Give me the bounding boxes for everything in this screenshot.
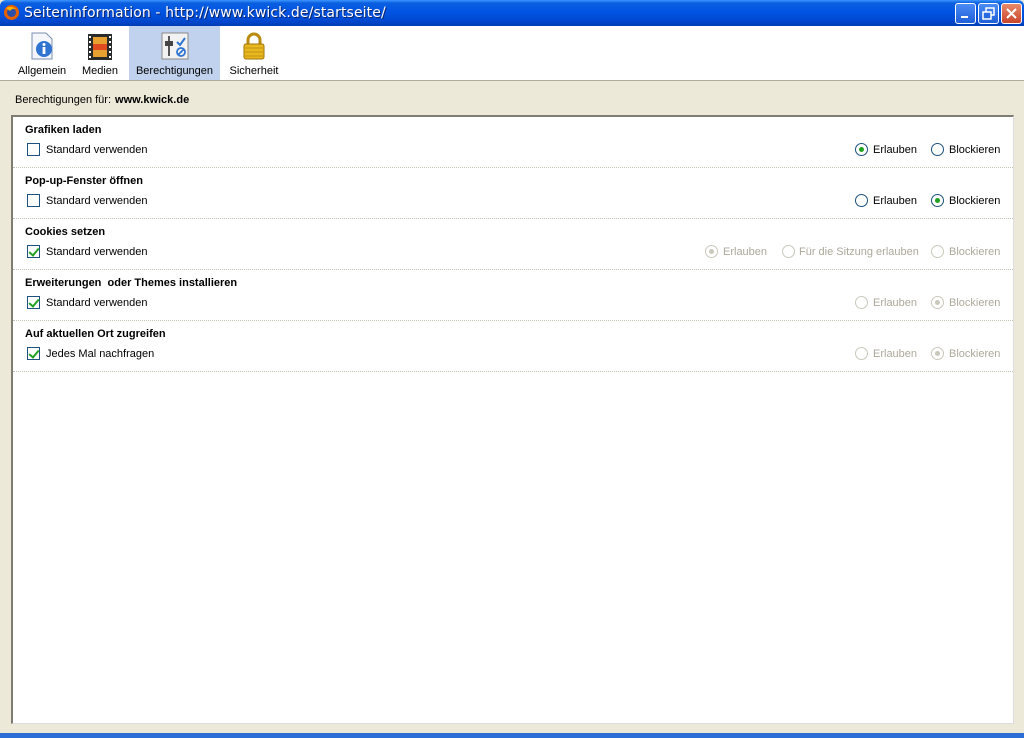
close-button[interactable] [1001, 3, 1022, 24]
use-default-checkbox[interactable] [27, 245, 40, 258]
section-title: Pop-up-Fenster öffnen [25, 175, 143, 187]
permissions-host: www.kwick.de [115, 94, 190, 106]
block-radio[interactable] [931, 296, 944, 309]
allow-label[interactable]: Erlauben [873, 144, 917, 156]
permission-section-popups: Pop-up-Fenster öffnen Standard verwenden… [13, 168, 1013, 219]
info-page-icon [31, 32, 53, 60]
block-label[interactable]: Blockieren [949, 297, 1000, 309]
block-label[interactable]: Blockieren [949, 144, 1000, 156]
block-radio[interactable] [931, 245, 944, 258]
tab-medien[interactable]: Medien [78, 26, 122, 80]
allow-session-label[interactable]: Für die Sitzung erlauben [799, 246, 919, 258]
permission-section-cookies: Cookies setzen Standard verwenden Erlaub… [13, 219, 1013, 270]
section-title: Grafiken laden [25, 124, 102, 136]
block-radio[interactable] [931, 347, 944, 360]
use-default-checkbox[interactable] [27, 296, 40, 309]
use-default-checkbox[interactable] [27, 194, 40, 207]
restore-icon [982, 7, 995, 20]
page-info-toolbar: Allgemein Medien Berechtigungen Sicherhe… [0, 26, 1024, 81]
tab-label: Berechtigungen [135, 65, 214, 77]
block-label[interactable]: Blockieren [949, 246, 1000, 258]
tab-allgemein[interactable]: Allgemein [16, 26, 68, 80]
restore-button[interactable] [978, 3, 999, 24]
allow-session-radio[interactable] [782, 245, 795, 258]
firefox-icon [4, 5, 19, 20]
minimize-button[interactable] [955, 3, 976, 24]
permission-section-extensions: Erweiterungen oder Themes installieren S… [13, 270, 1013, 321]
section-title: Erweiterungen oder Themes installieren [25, 277, 238, 289]
section-title: Cookies setzen [25, 226, 106, 238]
tab-label: Allgemein [17, 65, 67, 77]
use-default-checkbox[interactable] [27, 143, 40, 156]
permission-section-location: Auf aktuellen Ort zugreifen Jedes Mal na… [13, 321, 1013, 372]
allow-label[interactable]: Erlauben [873, 297, 917, 309]
checkbox-label[interactable]: Jedes Mal nachfragen [46, 348, 154, 360]
allow-label[interactable]: Erlauben [873, 195, 917, 207]
padlock-icon [243, 32, 265, 60]
permissions-for-label: Berechtigungen für: [15, 94, 112, 106]
allow-radio[interactable] [855, 143, 868, 156]
block-label[interactable]: Blockieren [949, 348, 1000, 360]
tab-sicherheit[interactable]: Sicherheit [225, 26, 283, 80]
permissions-list[interactable]: Grafiken laden Standard verwenden Erlaub… [11, 115, 1014, 724]
minimize-icon [961, 16, 968, 18]
checkbox-label[interactable]: Standard verwenden [46, 144, 148, 156]
checkbox-label[interactable]: Standard verwenden [46, 297, 148, 309]
allow-radio[interactable] [855, 296, 868, 309]
ask-every-time-checkbox[interactable] [27, 347, 40, 360]
checkbox-label[interactable]: Standard verwenden [46, 195, 148, 207]
tab-label: Sicherheit [229, 65, 279, 77]
block-radio[interactable] [931, 143, 944, 156]
checkbox-label[interactable]: Standard verwenden [46, 246, 148, 258]
allow-label[interactable]: Erlauben [723, 246, 767, 258]
permissions-for-line: Berechtigungen für: www.kwick.de [15, 94, 189, 106]
block-label[interactable]: Blockieren [949, 195, 1000, 207]
permissions-sliders-icon [161, 32, 188, 60]
tab-berechtigungen[interactable]: Berechtigungen [129, 26, 220, 80]
allow-radio[interactable] [705, 245, 718, 258]
allow-radio[interactable] [855, 194, 868, 207]
window-title: Seiteninformation - http://www.kwick.de/… [24, 5, 386, 21]
tab-label: Medien [81, 65, 119, 77]
media-film-icon [88, 34, 112, 60]
permission-section-images: Grafiken laden Standard verwenden Erlaub… [13, 117, 1013, 168]
block-radio[interactable] [931, 194, 944, 207]
allow-label[interactable]: Erlauben [873, 348, 917, 360]
title-bar[interactable]: Seiteninformation - http://www.kwick.de/… [0, 0, 1024, 26]
close-icon [1006, 8, 1017, 19]
window-bottom-border [0, 733, 1024, 738]
allow-radio[interactable] [855, 347, 868, 360]
section-title: Auf aktuellen Ort zugreifen [25, 328, 166, 340]
